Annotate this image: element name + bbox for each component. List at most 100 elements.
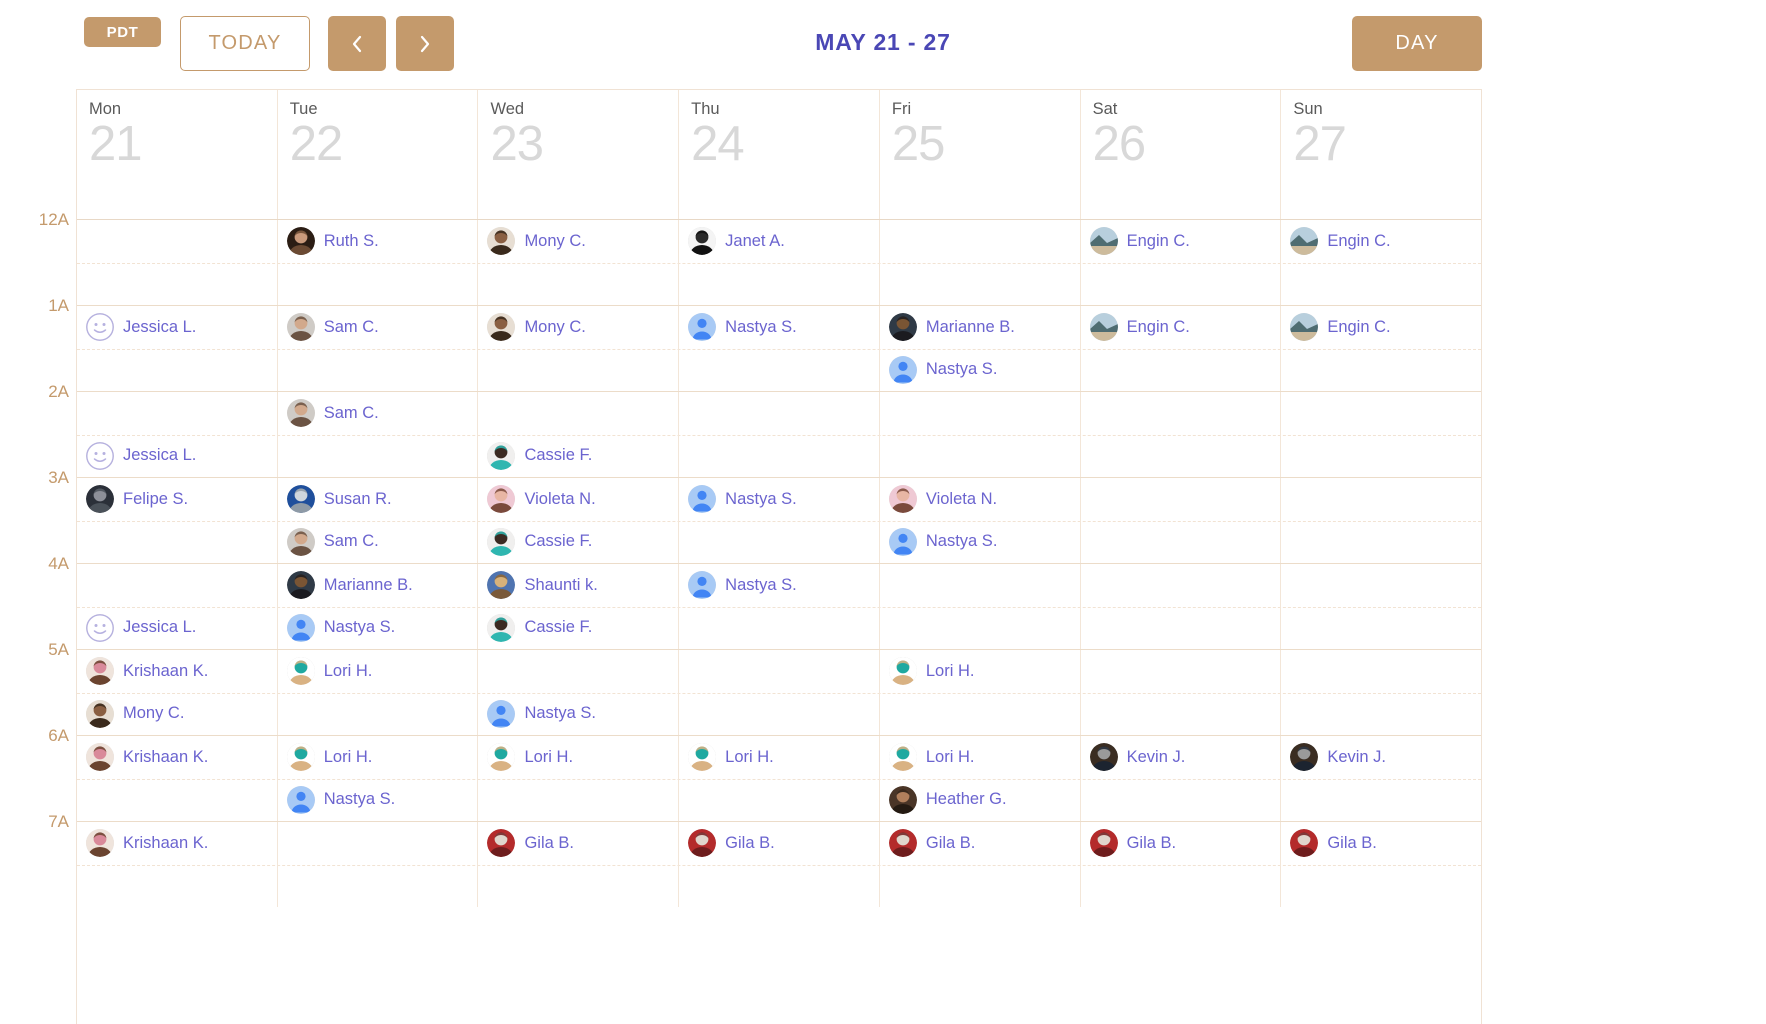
- half-hour-slot[interactable]: [478, 349, 678, 392]
- calendar-event[interactable]: Shaunti k.: [487, 571, 598, 600]
- half-hour-slot[interactable]: [77, 220, 277, 263]
- half-hour-slot[interactable]: [1081, 392, 1281, 435]
- previous-week-button[interactable]: [328, 16, 386, 71]
- time-cell-tue-3A[interactable]: Susan R. Sam C.: [278, 478, 479, 563]
- half-hour-slot[interactable]: Nastya S.: [880, 521, 1080, 564]
- half-hour-slot[interactable]: Lori H.: [880, 650, 1080, 693]
- calendar-event[interactable]: Lori H.: [487, 743, 573, 772]
- half-hour-slot[interactable]: [1281, 521, 1481, 564]
- calendar-event[interactable]: Cassie F.: [487, 441, 592, 470]
- time-cell-sat-6A[interactable]: Kevin J.: [1081, 736, 1282, 821]
- half-hour-slot[interactable]: [77, 392, 277, 435]
- half-hour-slot[interactable]: Nastya S.: [478, 693, 678, 736]
- half-hour-slot[interactable]: [77, 521, 277, 564]
- time-cell-sun-2A[interactable]: [1281, 392, 1481, 477]
- time-cell-fri-4A[interactable]: [880, 564, 1081, 649]
- half-hour-slot[interactable]: [478, 779, 678, 822]
- half-hour-slot[interactable]: Cassie F.: [478, 435, 678, 478]
- half-hour-slot[interactable]: [880, 693, 1080, 736]
- half-hour-slot[interactable]: [77, 564, 277, 607]
- calendar-event[interactable]: Marianne B.: [286, 571, 413, 600]
- time-cell-sat-12A[interactable]: Engin C.: [1081, 220, 1282, 305]
- half-hour-slot[interactable]: [1081, 607, 1281, 650]
- calendar-event[interactable]: Nastya S.: [286, 613, 395, 642]
- time-cell-wed-6A[interactable]: Lori H.: [478, 736, 680, 822]
- half-hour-slot[interactable]: Gila B.: [679, 822, 879, 865]
- calendar-event[interactable]: Gila B.: [1089, 829, 1176, 858]
- time-cell-sat-2A[interactable]: [1081, 392, 1282, 477]
- time-cell-fri-3A[interactable]: Violeta N. Nastya S.: [880, 478, 1081, 563]
- half-hour-slot[interactable]: Kevin J.: [1281, 736, 1481, 779]
- half-hour-slot[interactable]: [880, 435, 1080, 478]
- half-hour-slot[interactable]: [1281, 478, 1481, 521]
- half-hour-slot[interactable]: Ruth S.: [278, 220, 478, 263]
- half-hour-slot[interactable]: [1281, 349, 1481, 392]
- half-hour-slot[interactable]: [679, 607, 879, 650]
- half-hour-slot[interactable]: [1081, 779, 1281, 822]
- calendar-event[interactable]: Felipe S.: [86, 485, 188, 514]
- half-hour-slot[interactable]: Sam C.: [278, 306, 478, 349]
- time-cell-tue-4A[interactable]: Marianne B. Nastya S.: [278, 564, 479, 649]
- half-hour-slot[interactable]: Gila B.: [1081, 822, 1281, 865]
- half-hour-slot[interactable]: [1281, 392, 1481, 435]
- calendar-event[interactable]: Lori H.: [286, 657, 372, 686]
- half-hour-slot[interactable]: Violeta N.: [478, 478, 678, 521]
- time-cell-tue-6A[interactable]: Lori H. Nastya S.: [278, 736, 479, 821]
- time-cell-wed-5A[interactable]: Nastya S.: [478, 650, 680, 736]
- time-cell-sat-4A[interactable]: [1081, 564, 1282, 649]
- calendar-event[interactable]: Gila B.: [1290, 829, 1377, 858]
- time-cell-mon-6A[interactable]: Krishaan K.: [77, 736, 278, 821]
- day-header-fri[interactable]: Fri 25: [880, 90, 1081, 219]
- half-hour-slot[interactable]: [679, 865, 879, 908]
- calendar-event[interactable]: Nastya S.: [888, 527, 997, 556]
- half-hour-slot[interactable]: Lori H.: [278, 736, 478, 779]
- calendar-event[interactable]: Mony C.: [86, 699, 184, 728]
- time-cell-mon-7A[interactable]: Krishaan K.: [77, 822, 278, 907]
- half-hour-slot[interactable]: Mony C.: [77, 693, 277, 736]
- half-hour-slot[interactable]: [880, 564, 1080, 607]
- half-hour-slot[interactable]: [1281, 564, 1481, 607]
- half-hour-slot[interactable]: [1281, 650, 1481, 693]
- time-cell-wed-3A[interactable]: Violeta N. Cassie F.: [478, 478, 680, 563]
- half-hour-slot[interactable]: Mony C.: [478, 220, 678, 263]
- half-hour-slot[interactable]: Nastya S.: [880, 349, 1080, 392]
- time-cell-thu-12A[interactable]: Janet A.: [679, 220, 880, 305]
- time-cell-mon-2A[interactable]: Jessica L.: [77, 392, 278, 477]
- calendar-event[interactable]: Nastya S.: [888, 355, 997, 384]
- calendar-event[interactable]: Nastya S.: [487, 699, 596, 728]
- calendar-event[interactable]: Sam C.: [286, 399, 379, 428]
- time-cell-wed-1A[interactable]: Mony C.: [478, 306, 680, 392]
- time-cell-wed-12A[interactable]: Mony C.: [478, 220, 680, 305]
- time-cell-wed-2A[interactable]: Cassie F.: [478, 392, 680, 478]
- half-hour-slot[interactable]: [1081, 349, 1281, 392]
- calendar-event[interactable]: Engin C.: [1290, 227, 1391, 256]
- half-hour-slot[interactable]: Felipe S.: [77, 478, 277, 521]
- time-cell-fri-12A[interactable]: [880, 220, 1081, 305]
- calendar-event[interactable]: Marianne B.: [888, 313, 1015, 342]
- half-hour-slot[interactable]: [1281, 693, 1481, 736]
- calendar-event[interactable]: Gila B.: [688, 829, 775, 858]
- calendar-event[interactable]: Sam C.: [286, 527, 379, 556]
- time-cell-wed-7A[interactable]: Gila B.: [478, 822, 680, 907]
- half-hour-slot[interactable]: Susan R.: [278, 478, 478, 521]
- half-hour-slot[interactable]: [77, 779, 277, 822]
- calendar-event[interactable]: Mony C.: [487, 313, 586, 342]
- half-hour-slot[interactable]: [278, 822, 478, 865]
- half-hour-slot[interactable]: [278, 865, 478, 908]
- half-hour-slot[interactable]: Lori H.: [478, 736, 678, 779]
- half-hour-slot[interactable]: Nastya S.: [278, 779, 478, 822]
- day-view-button[interactable]: DAY: [1352, 16, 1482, 71]
- half-hour-slot[interactable]: Jessica L.: [77, 607, 277, 650]
- half-hour-slot[interactable]: [880, 392, 1080, 435]
- half-hour-slot[interactable]: [278, 263, 478, 306]
- half-hour-slot[interactable]: [278, 435, 478, 478]
- time-cell-sun-1A[interactable]: Engin C.: [1281, 306, 1481, 391]
- half-hour-slot[interactable]: Violeta N.: [880, 478, 1080, 521]
- half-hour-slot[interactable]: [679, 435, 879, 478]
- calendar-event[interactable]: Lori H.: [688, 743, 774, 772]
- calendar-event[interactable]: Violeta N.: [888, 485, 997, 514]
- calendar-event[interactable]: Lori H.: [888, 743, 974, 772]
- half-hour-slot[interactable]: [880, 607, 1080, 650]
- time-cell-thu-3A[interactable]: Nastya S.: [679, 478, 880, 563]
- half-hour-slot[interactable]: Engin C.: [1081, 306, 1281, 349]
